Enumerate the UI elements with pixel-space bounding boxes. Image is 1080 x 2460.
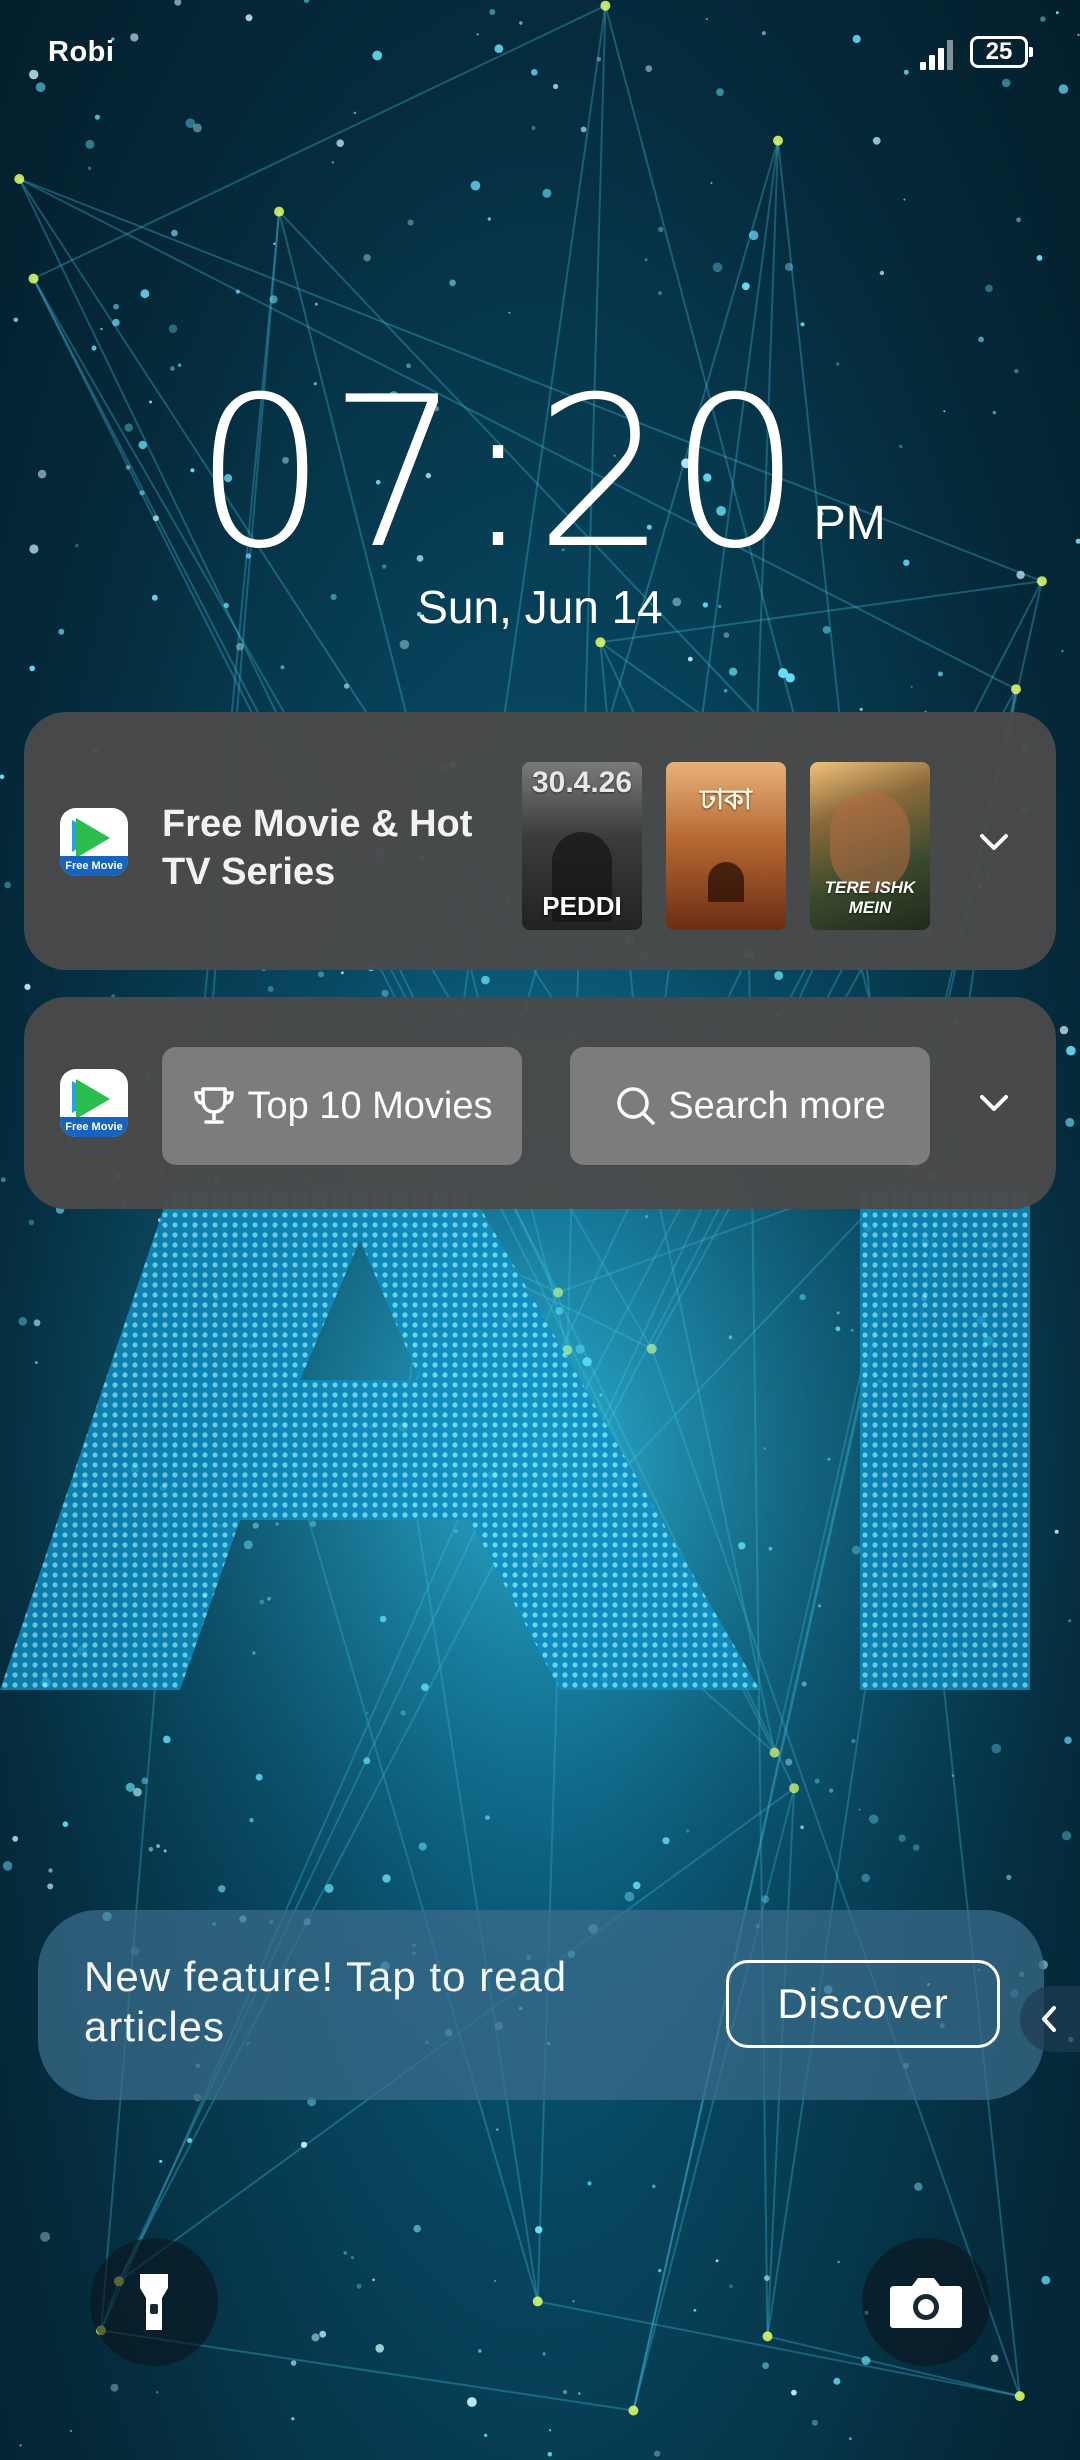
clock-ampm: PM [813,497,886,550]
top-10-movies-label: Top 10 Movies [247,1084,493,1127]
search-more-button[interactable]: Search more [570,1047,930,1165]
movie-poster-1[interactable]: 30.4.26 PEDDI [522,762,642,930]
flashlight-button[interactable] [90,2238,218,2366]
poster-1-bottom-text: PEDDI [542,891,622,921]
movie-widget-card[interactable]: Free Movie Free Movie & Hot TV Series 30… [24,712,1056,970]
app-icon-label: Free Movie [60,1117,128,1137]
signal-icon [920,38,956,70]
free-movie-app-icon[interactable]: Free Movie [60,808,128,876]
widget-title: Free Movie & Hot TV Series [162,803,473,893]
chevron-down-icon[interactable] [964,1073,1024,1133]
clock-time: 07:20 [194,353,804,595]
side-panel-tab[interactable] [1020,1986,1080,2052]
app-icon-label: Free Movie [60,856,128,876]
search-more-label: Search more [668,1084,886,1127]
search-icon [617,1087,655,1125]
chevron-down-icon[interactable] [964,812,1024,872]
movie-poster-2[interactable]: ঢাকা [666,762,786,930]
clock: 07:20 PM [0,370,1080,578]
carrier-name: Robi [48,36,115,68]
banner-text: New feature! Tap to read articles [84,1953,568,2050]
lock-screen: Robi 25 07:20 PM Sun, Jun 14 Free Movie F… [0,0,1080,2460]
discover-button[interactable]: Discover [726,1960,1000,2048]
poster-2-top-text: ঢাকা [700,784,752,815]
status-bar: Robi 25 [0,0,1080,110]
battery-level: 25 [985,38,1013,65]
clock-date: Sun, Jun 14 [417,581,663,633]
poster-3-bottom-text: TERE ISHK MEIN [824,878,916,917]
feature-banner[interactable]: New feature! Tap to read articles Discov… [38,1910,1044,2100]
chevron-left-icon [1042,2006,1056,2032]
movie-poster-3[interactable]: TERE ISHK MEIN [810,762,930,930]
trophy-icon [194,1087,235,1124]
camera-button[interactable] [862,2238,990,2366]
flashlight-icon [140,2274,168,2330]
poster-1-top-text: 30.4.26 [531,766,633,799]
free-movie-app-icon[interactable]: Free Movie [60,1069,128,1137]
movie-actions-card: Free Movie Top 10 Movies Search more [24,997,1056,1209]
battery-icon: 25 [970,36,1033,68]
top-10-movies-button[interactable]: Top 10 Movies [162,1047,522,1165]
camera-icon [890,2278,962,2328]
